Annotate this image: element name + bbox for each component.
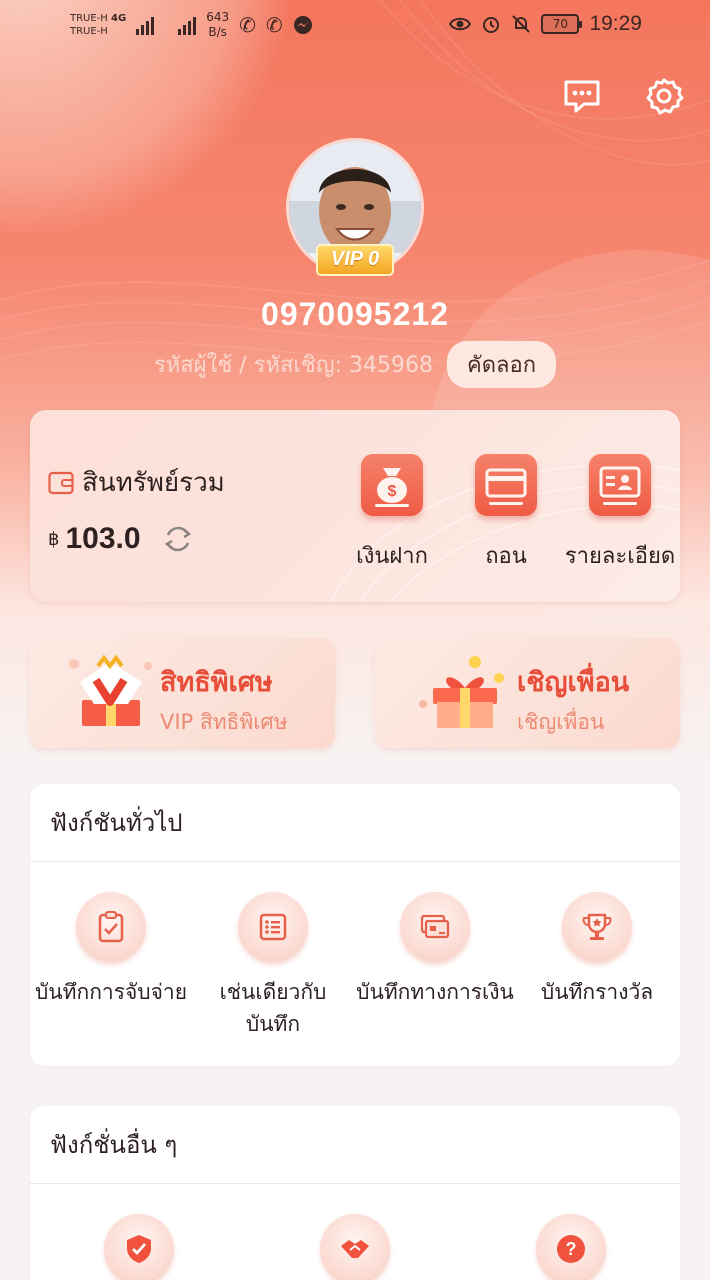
profile-avatar[interactable]: VIP 0 — [286, 138, 424, 276]
status-bar: TRUE-H 4G TRUE-H 643 B/s ✆ ✆ 70 19:29 — [0, 0, 710, 56]
assets-actions: $ เงินฝาก ถอน รายละเอียด — [350, 454, 675, 573]
general-functions-section: ฟังก์ชันทั่วไป บันทึกการจับจ่าย เช่นเดีย… — [30, 784, 680, 1066]
network-speed: 643 B/s — [206, 10, 230, 39]
invite-subtitle: เชิญเพื่อน — [517, 710, 605, 734]
vip-title: สิทธิพิเศษ — [160, 667, 273, 698]
assets-amount-row: ฿ 103.0 — [48, 522, 195, 556]
list-icon — [238, 892, 308, 962]
vip-subtitle: VIP สิทธิพิเศษ — [160, 710, 288, 734]
general-functions-title: ฟังก์ชันทั่วไป — [30, 784, 680, 862]
shield-check-icon[interactable] — [104, 1214, 174, 1280]
svg-text:?: ? — [566, 1239, 577, 1259]
clipboard-check-icon — [76, 892, 146, 962]
handshake-icon[interactable] — [320, 1214, 390, 1280]
cards-icon — [400, 892, 470, 962]
deposit-button[interactable]: $ เงินฝาก — [350, 454, 434, 573]
assets-card: สินทรัพย์รวม ฿ 103.0 $ เงินฝาก ถอน รายละ… — [30, 410, 680, 602]
uid-row: รหัสผู้ใช้ / รหัสเชิญ: 345968 คัดลอก — [0, 341, 710, 388]
invite-title: เชิญเพื่อน — [517, 667, 630, 698]
wallet-icon — [48, 471, 74, 494]
phone-call-icon: ✆ — [239, 13, 256, 37]
gear-icon — [646, 78, 684, 115]
carrier-labels: TRUE-H 4G TRUE-H — [70, 13, 127, 37]
id-card-icon — [589, 454, 651, 516]
withdraw-button[interactable]: ถอน — [464, 454, 548, 573]
same-as-record-item[interactable]: เช่นเดียวกับบันทึก — [192, 892, 354, 1040]
messenger-icon — [293, 16, 312, 34]
clock: 19:29 — [589, 12, 642, 35]
user-phone: 0970095212 — [261, 296, 449, 332]
copy-button[interactable]: คัดลอก — [447, 341, 557, 388]
mute-bell-icon — [512, 15, 531, 33]
alarm-icon — [483, 17, 500, 33]
assets-amount: 103.0 — [65, 522, 141, 555]
reward-record-item[interactable]: บันทึกรางวัล — [516, 892, 678, 1040]
other-functions-section: ฟังก์ชั่นอื่น ๆ ? — [30, 1106, 680, 1280]
message-button[interactable] — [560, 74, 604, 118]
other-functions-title: ฟังก์ชั่นอื่น ๆ — [30, 1106, 680, 1184]
money-bag-icon: $ — [361, 454, 423, 516]
chat-icon — [564, 80, 600, 113]
vip-badge: VIP 0 — [316, 244, 394, 276]
trophy-icon — [562, 892, 632, 962]
invite-friend-card[interactable]: เชิญเพื่อน เชิญเพื่อน — [375, 638, 680, 748]
signal-icon — [136, 15, 155, 35]
card-icon — [475, 454, 537, 516]
assets-title: สินทรัพย์รวม — [82, 468, 225, 498]
gift-box-icon — [419, 656, 504, 728]
svg-text:$: $ — [388, 483, 397, 500]
signal-2-icon — [178, 15, 197, 35]
help-icon[interactable]: ? — [536, 1214, 606, 1280]
eye-icon — [449, 17, 472, 31]
spending-record-item[interactable]: บันทึกการจับจ่าย — [30, 892, 192, 1040]
financial-record-item[interactable]: บันทึกทางการเงิน — [354, 892, 516, 1040]
assets-title-row: สินทรัพย์รวม — [48, 462, 225, 503]
uid-text: รหัสผู้ใช้ / รหัสเชิญ: 345968 — [153, 353, 433, 378]
phone-call-2-icon: ✆ — [265, 13, 283, 37]
vip-gift-icon — [69, 654, 152, 726]
battery-indicator: 70 — [541, 14, 583, 34]
refresh-icon[interactable] — [161, 522, 195, 556]
settings-button[interactable] — [642, 74, 686, 118]
vip-privilege-card[interactable]: สิทธิพิเศษ VIP สิทธิพิเศษ — [30, 638, 335, 748]
details-button[interactable]: รายละเอียด — [565, 454, 675, 573]
currency-symbol: ฿ — [48, 528, 60, 550]
